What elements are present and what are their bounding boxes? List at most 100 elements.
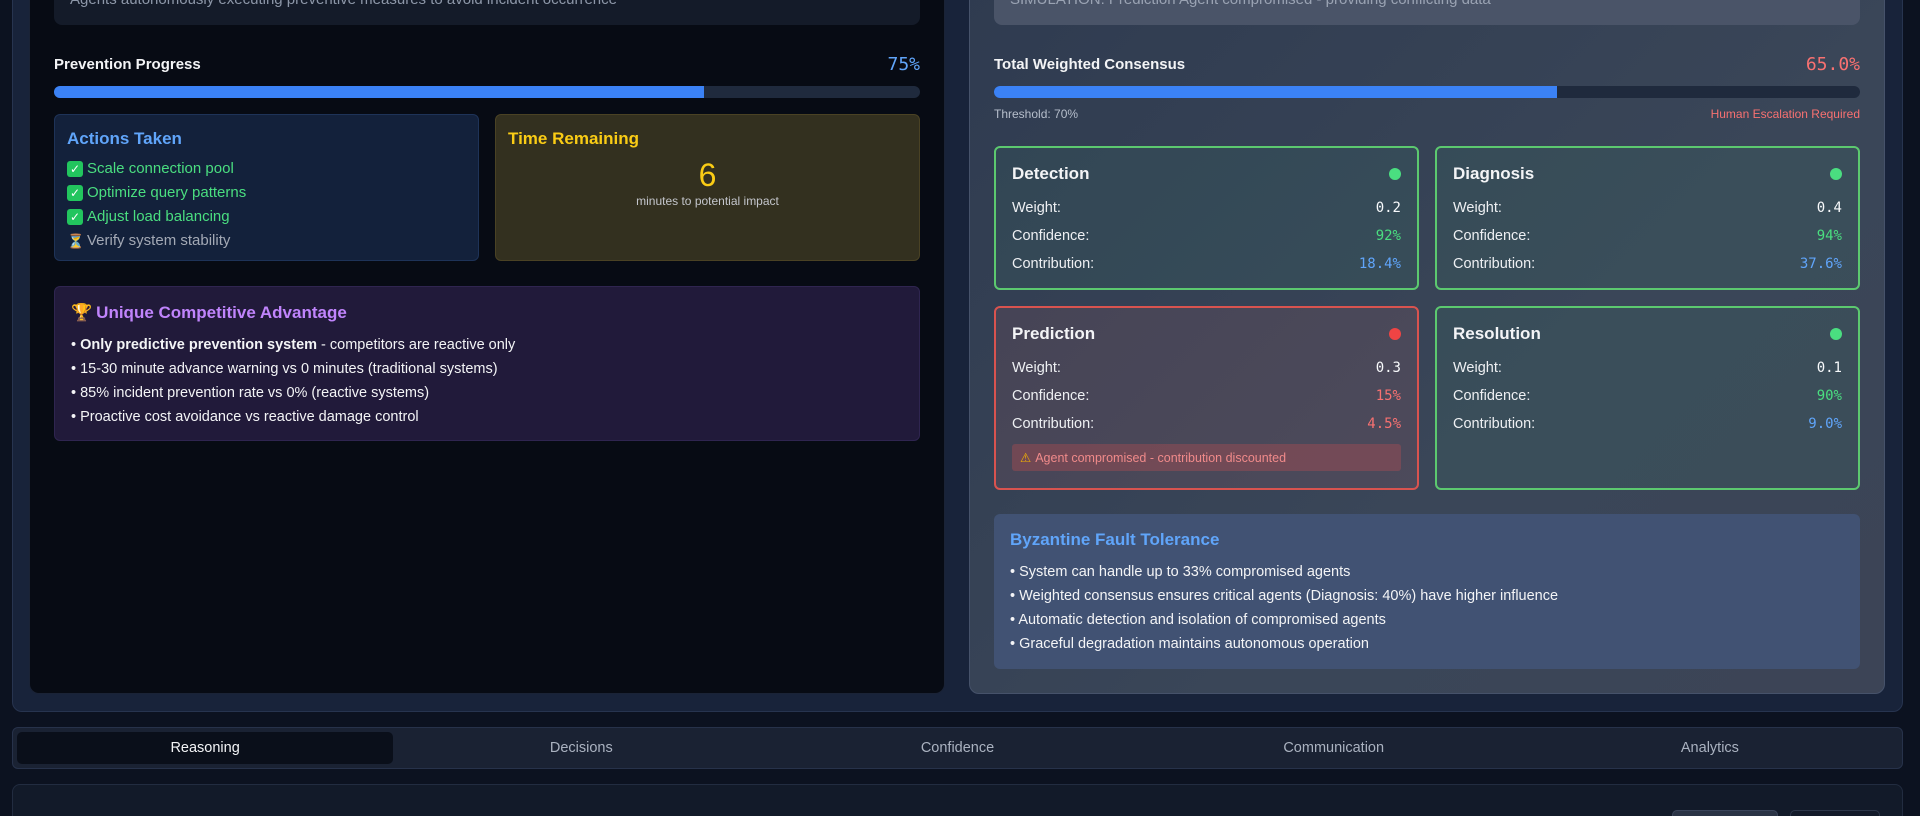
compromised-warning: ⚠ Agent compromised - contribution disco… xyxy=(1012,444,1401,471)
weight-label: Weight: xyxy=(1453,200,1502,216)
agent-name: Resolution xyxy=(1453,324,1541,343)
status-dot-icon xyxy=(1389,168,1401,180)
contribution-label: Contribution: xyxy=(1453,416,1536,432)
time-remaining-box: Time Remaining 6 minutes to potential im… xyxy=(495,114,920,261)
consensus-header: Total Weighted Consensus 65.0% xyxy=(994,54,1860,75)
contribution-value: 18.4% xyxy=(1358,256,1401,272)
byzantine-title: Byzantine Fault Tolerance xyxy=(1010,530,1220,549)
weight-label: Weight: xyxy=(1012,360,1061,376)
confidence-label: Confidence: xyxy=(1012,388,1090,404)
check-icon: ✓ xyxy=(67,209,83,225)
action-item-text: Verify system stability xyxy=(87,232,231,249)
tab-analytics[interactable]: Analytics xyxy=(1522,732,1898,764)
action-item: ✓ Optimize query patterns xyxy=(67,181,466,205)
prevention-banner: Agents autonomously executing preventive… xyxy=(54,0,920,25)
weight-value: 0.2 xyxy=(1375,200,1401,216)
advantage-item-bold: Only predictive prevention system xyxy=(80,337,318,353)
contribution-label: Contribution: xyxy=(1012,416,1095,432)
contribution-label: Contribution: xyxy=(1453,256,1536,272)
status-dot-icon xyxy=(1830,328,1842,340)
status-dot-icon xyxy=(1389,328,1401,340)
warning-icon: ⚠ xyxy=(1020,451,1032,465)
view-tabs: Reasoning Decisions Confidence Communica… xyxy=(12,727,1903,769)
bottom-panel xyxy=(12,784,1903,816)
contribution-value: 37.6% xyxy=(1799,256,1842,272)
consensus-bar xyxy=(994,86,1860,98)
trophy-icon: 🏆 xyxy=(71,303,93,322)
confidence-value: 92% xyxy=(1375,228,1401,244)
action-item-text: Adjust load balancing xyxy=(87,208,230,225)
advantage-item: • Only predictive prevention system - co… xyxy=(71,337,516,353)
tab-communication[interactable]: Communication xyxy=(1146,732,1522,764)
action-item: ⏳ Verify system stability xyxy=(67,229,466,253)
check-icon: ✓ xyxy=(67,185,83,201)
competitive-advantage-box: 🏆 Unique Competitive Advantage • Only pr… xyxy=(54,286,920,441)
action-item: ✓ Adjust load balancing xyxy=(67,205,466,229)
actions-taken-title: Actions Taken xyxy=(67,129,182,148)
action-item-text: Optimize query patterns xyxy=(87,184,247,201)
consensus-bar-fill xyxy=(994,86,1557,98)
advantage-item: • 15-30 minute advance warning vs 0 minu… xyxy=(71,361,498,377)
byzantine-item: • Weighted consensus ensures critical ag… xyxy=(1010,588,1559,604)
byzantine-item: • Automatic detection and isolation of c… xyxy=(1010,612,1386,628)
advantage-item: • Proactive cost avoidance vs reactive d… xyxy=(71,409,419,425)
confidence-label: Confidence: xyxy=(1012,228,1090,244)
threshold-label: Threshold: 70% xyxy=(994,107,1079,121)
time-remaining-title: Time Remaining xyxy=(508,129,639,148)
weight-label: Weight: xyxy=(1453,360,1502,376)
consensus-value: 65.0% xyxy=(1805,54,1860,75)
prevention-progress-fill xyxy=(54,86,704,98)
weight-value: 0.4 xyxy=(1816,200,1842,216)
compromised-warning-text: Agent compromised - contribution discoun… xyxy=(1035,450,1287,465)
weight-label: Weight: xyxy=(1012,200,1061,216)
consensus-label: Total Weighted Consensus xyxy=(994,56,1186,73)
status-dot-icon xyxy=(1830,168,1842,180)
agent-card-resolution: Resolution Weight: 0.1 Confidence: 90% Con… xyxy=(1435,306,1860,490)
agent-name: Diagnosis xyxy=(1453,164,1535,183)
actions-taken-box: Actions Taken ✓ Scale connection pool ✓ Opt… xyxy=(54,114,479,261)
agent-card-detection: Detection Weight: 0.2 Confidence: 92% Cont… xyxy=(994,146,1419,290)
competitive-advantage-title: Unique Competitive Advantage xyxy=(96,303,347,322)
prevention-progress-bar xyxy=(54,86,920,98)
contribution-label: Contribution: xyxy=(1012,256,1095,272)
advantage-item-text: 85% incident prevention rate vs 0% (reac… xyxy=(80,385,430,401)
action-item-text: Scale connection pool xyxy=(87,160,234,177)
byzantine-item-text: Weighted consensus ensures critical agen… xyxy=(1019,588,1559,604)
advantage-item-text: Proactive cost avoidance vs reactive dam… xyxy=(80,409,419,425)
tab-confidence[interactable]: Confidence xyxy=(769,732,1145,764)
confidence-label: Confidence: xyxy=(1453,228,1531,244)
competitive-advantage-title-row: 🏆 Unique Competitive Advantage xyxy=(71,303,903,323)
advantage-item-text: 15-30 minute advance warning vs 0 minute… xyxy=(80,361,498,377)
contribution-value: 4.5% xyxy=(1367,416,1401,432)
weight-value: 0.1 xyxy=(1816,360,1842,376)
byzantine-item-text: Graceful degradation maintains autonomou… xyxy=(1019,636,1369,652)
bottom-button-secondary[interactable] xyxy=(1790,810,1880,816)
prevention-progress-label: Prevention Progress xyxy=(54,56,201,73)
confidence-value: 90% xyxy=(1816,388,1842,404)
prevention-progress-value: 75% xyxy=(887,54,920,75)
actions-list: ✓ Scale connection pool ✓ Optimize query pa… xyxy=(67,157,466,253)
tab-decisions[interactable]: Decisions xyxy=(393,732,769,764)
agent-name: Detection xyxy=(1012,164,1090,183)
agent-card-diagnosis: Diagnosis Weight: 0.4 Confidence: 94% Cont… xyxy=(1435,146,1860,290)
tab-reasoning[interactable]: Reasoning xyxy=(17,732,394,764)
time-remaining-sub: minutes to potential impact xyxy=(636,194,779,208)
byzantine-item: • System can handle up to 33% compromise… xyxy=(1010,564,1351,580)
contribution-value: 9.0% xyxy=(1808,416,1842,432)
time-remaining-value: 6 xyxy=(698,157,717,193)
bottom-button-primary[interactable] xyxy=(1672,810,1778,816)
prevention-progress-header: Prevention Progress 75% xyxy=(54,54,920,75)
agent-card-prediction: Prediction Weight: 0.3 Confidence: 15% Con… xyxy=(994,306,1419,490)
escalation-label: Human Escalation Required xyxy=(1710,107,1860,121)
advantage-item: • 85% incident prevention rate vs 0% (re… xyxy=(71,385,430,401)
check-icon: ✓ xyxy=(67,161,83,177)
simulation-banner: SIMULATION: Prediction Agent compromised… xyxy=(994,0,1860,25)
hourglass-icon: ⏳ xyxy=(67,233,85,249)
advantage-item-rest: - competitors are reactive only xyxy=(317,337,516,353)
byzantine-item-text: Automatic detection and isolation of com… xyxy=(1018,612,1386,628)
byzantine-item-text: System can handle up to 33% compromised … xyxy=(1019,564,1351,580)
agent-name: Prediction xyxy=(1012,324,1096,343)
confidence-label: Confidence: xyxy=(1453,388,1531,404)
action-item: ✓ Scale connection pool xyxy=(67,157,466,181)
confidence-value: 15% xyxy=(1375,388,1401,404)
